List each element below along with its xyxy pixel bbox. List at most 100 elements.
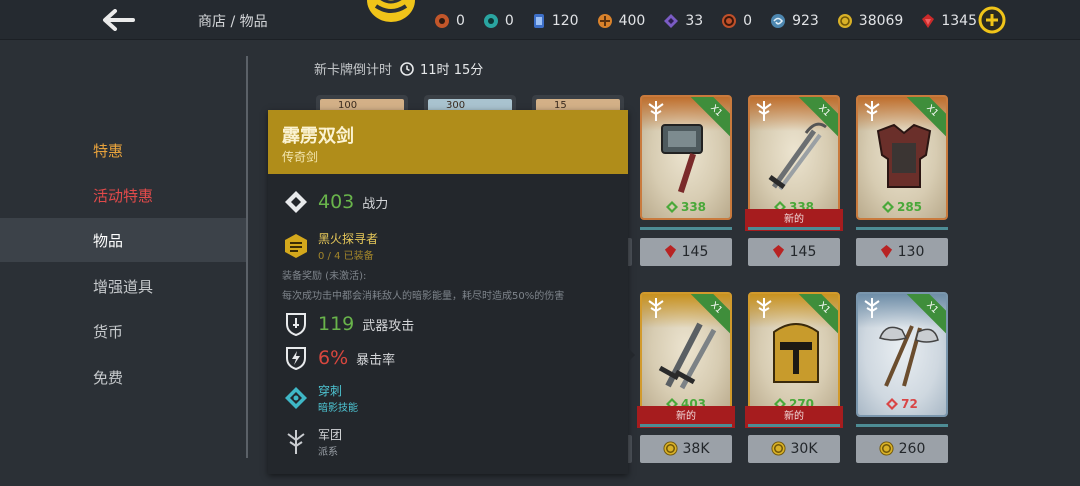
card-power: 72 [858, 397, 946, 411]
item-card-armor[interactable]: X1 285 [856, 95, 948, 220]
currency-bar: 0 0 120 400 33 0 923 38069 1345 [434, 10, 995, 32]
red-ruby-icon [880, 245, 892, 258]
chest-armor-icon [876, 123, 932, 188]
gold-coin-icon [770, 441, 786, 456]
stat-power: 403 战力 [282, 188, 388, 216]
shadow-skill: 穿刺 暗影技能 [282, 382, 358, 414]
thunder-swords-icon [658, 322, 717, 390]
orange-shard-icon [722, 14, 737, 28]
power-value: 403 [318, 191, 355, 213]
set-badge-icon [282, 232, 310, 260]
sidebar-item-deals[interactable]: 特惠 [0, 128, 246, 172]
faction-label: 派系 [318, 447, 338, 458]
sidebar-item-label: 货币 [93, 322, 124, 341]
item-card-sword[interactable]: X1 338 [748, 95, 840, 220]
gold-coin-icon [879, 441, 894, 456]
sidebar-item-free[interactable]: 免费 [0, 355, 246, 399]
power-icon [665, 201, 678, 213]
item-detail-tooltip: 霹雳双剑 传奇剑 403 战力 黑火探寻者 0 / 4 已装备 装备奖励 (未激… [268, 110, 628, 474]
lightning-shield-icon [282, 344, 310, 372]
item-card-helmet[interactable]: X1 270 [748, 292, 840, 417]
breadcrumb: 商店 / 物品 [198, 14, 268, 30]
skill-name: 穿刺 [318, 384, 343, 398]
helmet-icon [773, 323, 819, 383]
sidebar-item-currency[interactable]: 货币 [0, 309, 246, 353]
sidebar-item-items[interactable]: 物品 [0, 218, 246, 262]
item-card-hammer[interactable]: X1 338 [640, 95, 732, 220]
new-card-countdown: 新卡牌倒计时 11时 15分 [314, 59, 483, 78]
buy-button-hammer[interactable]: 145 [640, 238, 732, 266]
attack-label: 武器攻击 [362, 318, 415, 334]
buy-button-axes[interactable]: 260 [856, 435, 948, 463]
sidebar-item-label: 物品 [93, 231, 124, 250]
currency-orange-orb: 400 [597, 13, 645, 29]
faction-info: 军团 派系 [282, 426, 342, 458]
buy-button-sword[interactable]: 145 [748, 238, 840, 266]
blue-card-icon [533, 14, 544, 28]
red-ruby-icon [664, 245, 676, 258]
gold-coin-icon [662, 441, 678, 456]
sidebar-item-label: 增强道具 [93, 277, 154, 296]
back-button[interactable] [98, 4, 138, 36]
power-label: 战力 [362, 196, 389, 212]
currency-blue-card: 120 [532, 13, 579, 29]
arrow-left-icon [103, 9, 135, 31]
countdown-label: 新卡牌倒计时 [314, 63, 393, 78]
card-divider [640, 424, 732, 427]
add-currency-button[interactable] [978, 6, 1006, 34]
legion-faction-icon [282, 428, 310, 456]
card-divider [748, 227, 840, 230]
crit-label: 暴击率 [356, 352, 396, 368]
top-bar: 商店 / 物品 0 0 120 400 33 0 923 38069 1345 [0, 0, 1080, 40]
shield-sword-icon [282, 310, 310, 338]
orange-gem-icon [435, 14, 449, 28]
clock-icon [400, 61, 414, 76]
blue-swirl-icon [771, 14, 786, 28]
game-logo-icon [367, 0, 415, 22]
currency-teal-gem: 0 [483, 13, 514, 29]
power-icon [282, 188, 310, 216]
currency-purple-diamond: 33 [663, 13, 703, 29]
power-icon [886, 398, 899, 410]
sidebar-item-label: 活动特惠 [93, 186, 154, 205]
sidebar-divider [246, 56, 248, 458]
currency-gold-coin: 38069 [837, 13, 903, 29]
countdown-time: 11时 15分 [420, 63, 484, 78]
buy-button-legendary-swords[interactable]: 38K [640, 435, 732, 463]
plus-circle-icon [978, 6, 1006, 34]
buy-button-armor[interactable]: 130 [856, 238, 948, 266]
red-ruby-icon [772, 245, 784, 258]
currency-red-ruby: 1345 [921, 13, 977, 29]
gold-coin-icon [837, 14, 852, 28]
card-divider [748, 424, 840, 427]
tooltip-pointer [628, 348, 635, 362]
skill-type: 暗影技能 [318, 403, 358, 414]
pierce-skill-icon [282, 384, 310, 412]
sidebar-item-boosters[interactable]: 增强道具 [0, 264, 246, 308]
purple-diamond-icon [664, 14, 679, 28]
crit-value: 6% [318, 347, 349, 369]
attack-value: 119 [318, 313, 355, 335]
sidebar-item-event-deals[interactable]: 活动特惠 [0, 173, 246, 217]
power-icon [881, 201, 894, 213]
item-card-axes[interactable]: X1 72 [856, 292, 948, 417]
stat-crit: 6% 暴击率 [282, 344, 395, 372]
buy-button-helmet[interactable]: 30K [748, 435, 840, 463]
currency-blue-swirl: 923 [770, 13, 819, 29]
card-divider [856, 227, 948, 230]
set-count: 0 / 4 已装备 [318, 251, 374, 262]
orange-orb-icon [597, 14, 612, 28]
tooltip-header: 霹雳双剑 传奇剑 [268, 110, 628, 174]
dual-swords-icon [768, 122, 827, 191]
bonus-text: 每次成功击中都会消耗敌人的暗影能量，耗尽时造成50%的伤害 [282, 291, 565, 302]
faction-name: 军团 [318, 428, 343, 442]
card-divider [640, 227, 732, 230]
sidebar-item-label: 免费 [93, 368, 124, 387]
item-rarity: 传奇剑 [282, 150, 319, 164]
card-power: 338 [642, 200, 730, 214]
bonus-title: 装备奖励 (未激活): [282, 271, 367, 282]
item-card-legendary-swords[interactable]: X1 403 [640, 292, 732, 417]
hammer-icon [661, 124, 703, 193]
set-name: 黑火探寻者 [318, 232, 379, 246]
red-ruby-icon [922, 14, 935, 28]
